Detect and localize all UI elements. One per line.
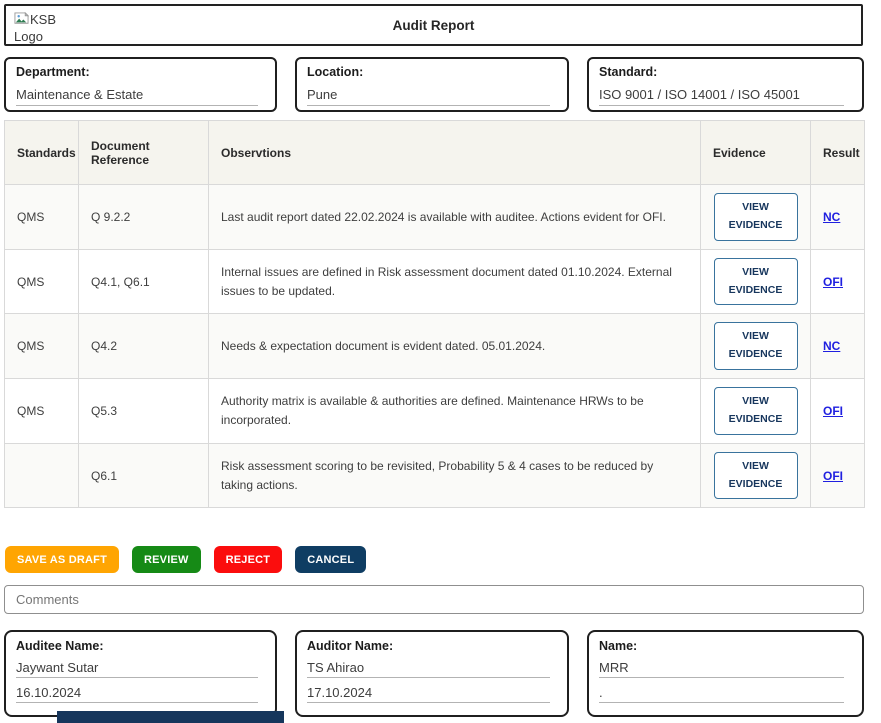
- result-link[interactable]: NC: [823, 339, 840, 353]
- auditor-name-label: Auditor Name:: [307, 639, 557, 653]
- date-value[interactable]: .: [599, 685, 844, 703]
- review-button[interactable]: REVIEW: [132, 546, 201, 573]
- result-link[interactable]: OFI: [823, 404, 843, 418]
- table-row: QMS Q 9.2.2 Last audit report dated 22.0…: [5, 185, 865, 250]
- doc-ref-cell: Q4.2: [79, 314, 209, 379]
- standard-cell: QMS: [5, 314, 79, 379]
- mrr-signature-box: Name: MRR .: [587, 630, 864, 717]
- reject-button[interactable]: REJECT: [214, 546, 283, 573]
- observation-cell: Last audit report dated 22.02.2024 is av…: [209, 185, 701, 250]
- col-doc-ref: Document Reference: [79, 121, 209, 185]
- standard-cell: QMS: [5, 379, 79, 444]
- page-title: Audit Report: [6, 18, 861, 33]
- cancel-button[interactable]: CANCEL: [295, 546, 366, 573]
- view-evidence-button[interactable]: VIEW EVIDENCE: [714, 452, 798, 500]
- table-row: QMS Q4.1, Q6.1 Internal issues are defin…: [5, 249, 865, 314]
- standard-value[interactable]: ISO 9001 / ISO 14001 / ISO 45001: [599, 87, 844, 106]
- view-evidence-button[interactable]: VIEW EVIDENCE: [714, 322, 798, 370]
- comments-input[interactable]: [4, 585, 864, 614]
- standard-field: Standard: ISO 9001 / ISO 14001 / ISO 450…: [587, 57, 864, 112]
- table-header-row: Standards Document Reference Observtions…: [5, 121, 865, 185]
- view-evidence-button[interactable]: VIEW EVIDENCE: [714, 387, 798, 435]
- col-observations: Observtions: [209, 121, 701, 185]
- table-row: QMS Q4.2 Needs & expectation document is…: [5, 314, 865, 379]
- view-evidence-button[interactable]: VIEW EVIDENCE: [714, 258, 798, 306]
- col-result: Result: [811, 121, 865, 185]
- col-standards: Standards: [5, 121, 79, 185]
- partial-footer-bar: [57, 711, 284, 723]
- auditor-name-value[interactable]: TS Ahirao: [307, 660, 550, 678]
- save-as-draft-button[interactable]: SAVE AS DRAFT: [5, 546, 119, 573]
- department-value[interactable]: Maintenance & Estate: [16, 87, 258, 106]
- result-link[interactable]: NC: [823, 210, 840, 224]
- observation-cell: Risk assessment scoring to be revisited,…: [209, 443, 701, 508]
- auditee-name-value[interactable]: Jaywant Sutar: [16, 660, 258, 678]
- department-label: Department:: [16, 65, 265, 79]
- observations-table: Standards Document Reference Observtions…: [4, 120, 865, 508]
- standard-cell: [5, 443, 79, 508]
- observation-cell: Internal issues are defined in Risk asse…: [209, 249, 701, 314]
- observation-cell: Authority matrix is available & authorit…: [209, 379, 701, 444]
- standard-cell: QMS: [5, 249, 79, 314]
- action-button-row: SAVE AS DRAFT REVIEW REJECT CANCEL: [5, 546, 366, 573]
- observation-cell: Needs & expectation document is evident …: [209, 314, 701, 379]
- name-label: Name:: [599, 639, 852, 653]
- location-field: Location: Pune: [295, 57, 569, 112]
- report-header: KSB Logo Audit Report: [4, 4, 863, 46]
- auditee-date-value[interactable]: 16.10.2024: [16, 685, 258, 703]
- name-value[interactable]: MRR: [599, 660, 844, 678]
- result-link[interactable]: OFI: [823, 469, 843, 483]
- auditee-name-label: Auditee Name:: [16, 639, 265, 653]
- doc-ref-cell: Q5.3: [79, 379, 209, 444]
- table-row: Q6.1 Risk assessment scoring to be revis…: [5, 443, 865, 508]
- location-label: Location:: [307, 65, 557, 79]
- doc-ref-cell: Q 9.2.2: [79, 185, 209, 250]
- auditor-date-value[interactable]: 17.10.2024: [307, 685, 550, 703]
- auditee-signature-box: Auditee Name: Jaywant Sutar 16.10.2024: [4, 630, 277, 717]
- view-evidence-button[interactable]: VIEW EVIDENCE: [714, 193, 798, 241]
- department-field: Department: Maintenance & Estate: [4, 57, 277, 112]
- auditor-signature-box: Auditor Name: TS Ahirao 17.10.2024: [295, 630, 569, 717]
- doc-ref-cell: Q4.1, Q6.1: [79, 249, 209, 314]
- col-evidence: Evidence: [701, 121, 811, 185]
- doc-ref-cell: Q6.1: [79, 443, 209, 508]
- result-link[interactable]: OFI: [823, 275, 843, 289]
- table-row: QMS Q5.3 Authority matrix is available &…: [5, 379, 865, 444]
- standard-cell: QMS: [5, 185, 79, 250]
- standard-label: Standard:: [599, 65, 852, 79]
- location-value[interactable]: Pune: [307, 87, 550, 106]
